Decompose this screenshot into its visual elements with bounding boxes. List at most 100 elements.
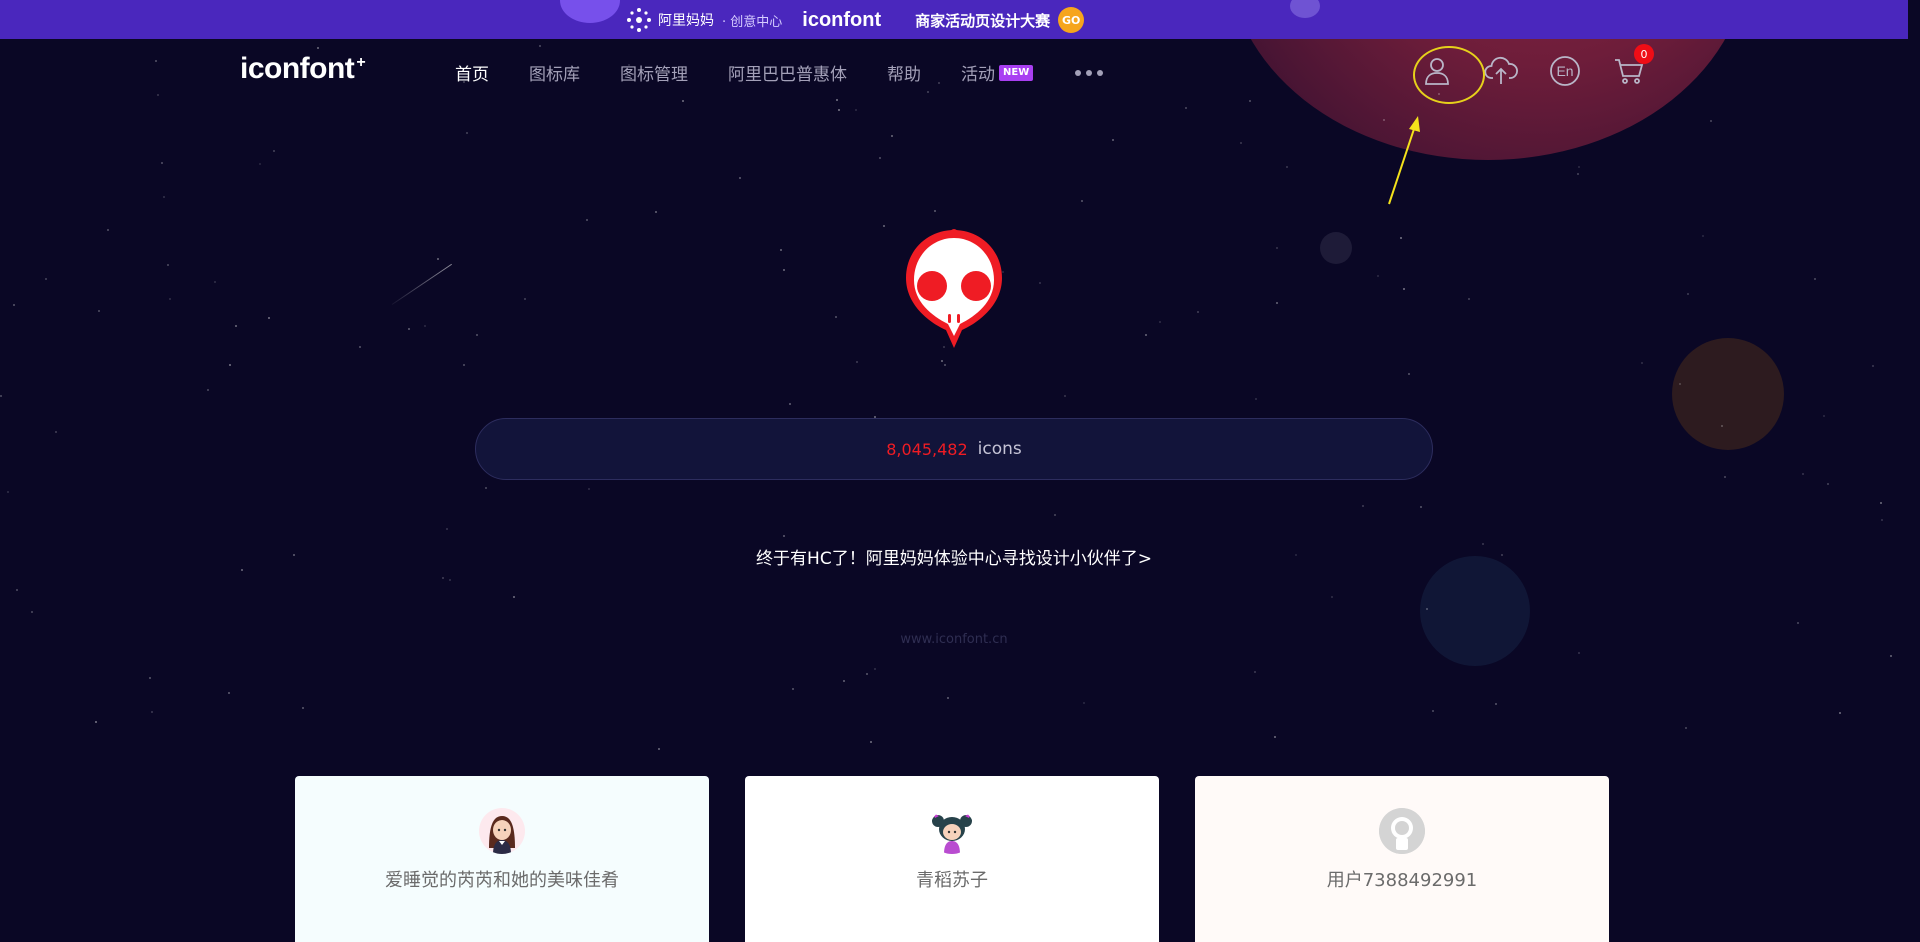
star-decoration (1890, 655, 1892, 657)
language-en-icon: En (1550, 56, 1580, 86)
star-decoration (214, 281, 216, 283)
star-decoration (1578, 652, 1580, 654)
cart-button[interactable]: 0 (1612, 44, 1654, 88)
planet-decoration-blue (1420, 556, 1530, 666)
star-decoration (1710, 120, 1712, 122)
star-decoration (408, 328, 410, 330)
domain-watermark: www.iconfont.cn (900, 632, 1008, 647)
nav-label: 图标库 (529, 65, 580, 85)
star-decoration (1802, 473, 1804, 475)
star-decoration (424, 325, 426, 327)
star-decoration (1054, 514, 1056, 516)
star-decoration (235, 325, 237, 327)
nav-label: 帮助 (887, 65, 921, 85)
star-decoration (1274, 736, 1276, 738)
star-decoration (1426, 608, 1428, 610)
star-decoration (1468, 298, 1470, 300)
designer-card[interactable]: 青稻苏子 (745, 776, 1159, 942)
star-decoration (1797, 622, 1799, 624)
designer-name: 爱睡觉的芮芮和她的美味佳肴 (385, 870, 619, 891)
star-decoration (524, 298, 526, 300)
logo-plus-mark: + (356, 54, 366, 71)
star-decoration (927, 91, 929, 93)
site-logo-text: iconfont (240, 52, 355, 85)
star-decoration (157, 94, 159, 96)
designer-name: 青稻苏子 (916, 870, 988, 891)
mascot-logo (906, 229, 1002, 348)
star-decoration (476, 334, 478, 336)
star-decoration (1577, 173, 1579, 175)
star-decoration (1112, 139, 1114, 141)
star-decoration (442, 577, 444, 579)
star-decoration (836, 99, 838, 101)
star-decoration (856, 361, 858, 363)
site-logo[interactable]: iconfont + (240, 52, 366, 86)
promo-sub-text: · 创意中心 (722, 14, 783, 30)
promo-banner[interactable]: 阿里妈妈 · 创意中心 iconfont 商家活动页设计大赛 GO (0, 0, 1908, 39)
star-decoration (107, 229, 109, 231)
more-dot-icon (1097, 69, 1104, 76)
search-input[interactable]: 8,045,482 icons (475, 418, 1433, 480)
promo-glow (560, 0, 620, 23)
star-decoration (539, 45, 541, 47)
star-decoration (1276, 302, 1278, 304)
star-decoration (655, 211, 657, 213)
hiring-link[interactable]: 终于有HC了！阿里妈妈体验中心寻找设计小伙伴了> (0, 544, 1908, 569)
girl-avatar-icon (489, 816, 515, 854)
star-decoration (1240, 142, 1242, 144)
star-decoration (167, 264, 169, 266)
star-decoration (1827, 483, 1829, 485)
nav-more-button[interactable] (1075, 69, 1104, 76)
star-decoration (879, 157, 881, 159)
nav-activity[interactable]: 活动 NEW (961, 60, 1034, 85)
nav-icon-management[interactable]: 图标管理 (620, 60, 688, 85)
cloud-upload-icon (1484, 57, 1518, 84)
nav-label: 阿里巴巴普惠体 (728, 65, 847, 85)
nav-icon-library[interactable]: 图标库 (529, 60, 580, 85)
alimama-brand: 阿里妈妈 (626, 7, 714, 33)
star-decoration (783, 535, 785, 537)
promo-go-button[interactable]: GO (1058, 7, 1085, 33)
star-decoration (1814, 278, 1816, 280)
star-decoration (941, 360, 943, 362)
language-button[interactable]: En (1548, 54, 1582, 88)
language-label: En (1556, 63, 1573, 79)
star-decoration (1064, 395, 1066, 397)
more-dot-icon (1086, 69, 1093, 76)
star-decoration (31, 611, 33, 613)
avatar (479, 808, 525, 854)
designer-card[interactable]: 爱睡觉的芮芮和她的美味佳肴 (295, 776, 709, 942)
nav-alibaba-font[interactable]: 阿里巴巴普惠体 (728, 60, 847, 85)
star-decoration (1039, 282, 1041, 284)
star-decoration (1685, 727, 1687, 729)
star-decoration (1197, 311, 1199, 313)
upload-button[interactable] (1484, 54, 1518, 88)
star-decoration (1255, 398, 1257, 400)
star-decoration (866, 673, 868, 675)
star-decoration (463, 364, 465, 366)
star-decoration (891, 135, 893, 137)
star-decoration (485, 487, 487, 489)
star-decoration (1276, 247, 1278, 249)
star-decoration (1641, 362, 1643, 364)
star-decoration (1254, 671, 1256, 673)
star-decoration (207, 389, 209, 391)
icon-count: 8,045,482 (886, 439, 968, 459)
star-decoration (151, 711, 153, 713)
nav-home[interactable]: 首页 (455, 60, 489, 85)
star-decoration (658, 748, 660, 750)
star-decoration (739, 177, 741, 179)
star-decoration (1495, 703, 1497, 705)
star-decoration (586, 219, 588, 221)
star-decoration (1377, 275, 1379, 277)
hiring-text: 终于有HC了！阿里妈妈体验中心寻找设计小伙伴了> (756, 549, 1152, 569)
star-decoration (944, 364, 946, 366)
designer-card[interactable]: 用户7388492991 (1195, 776, 1609, 942)
page: 阿里妈妈 · 创意中心 iconfont 商家活动页设计大赛 GO iconfo… (0, 0, 1920, 942)
star-decoration (1362, 505, 1364, 507)
star-decoration (273, 150, 275, 152)
star-decoration (783, 269, 785, 271)
star-decoration (947, 697, 949, 699)
arrow-annotation (1388, 116, 1420, 205)
nav-help[interactable]: 帮助 (887, 60, 921, 85)
